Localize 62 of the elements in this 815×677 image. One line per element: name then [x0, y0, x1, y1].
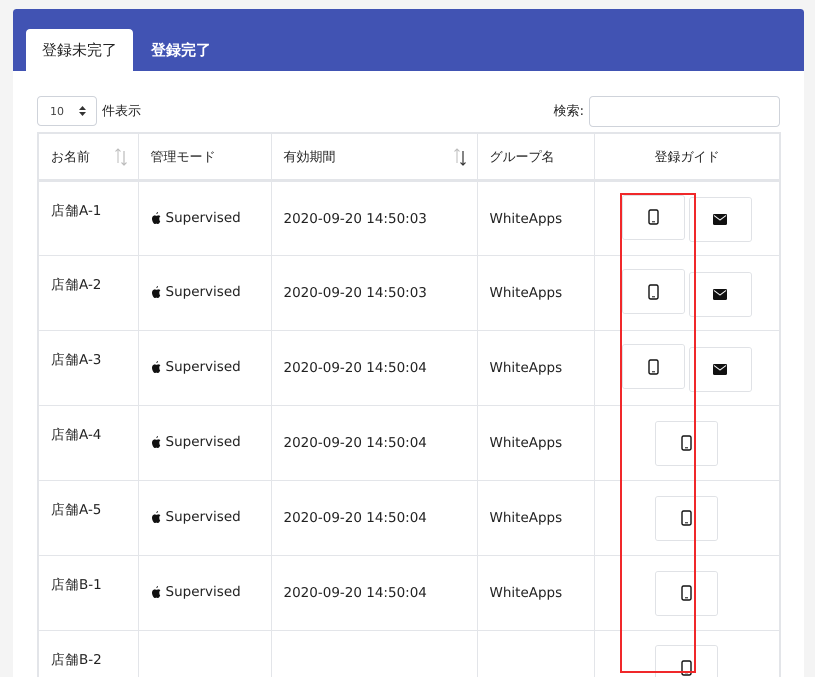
- smartphone-icon: [648, 209, 659, 226]
- device-guide-button[interactable]: [655, 420, 718, 466]
- expiry-cell: 2020-09-20 14:50:04: [271, 556, 477, 630]
- apple-icon: [150, 286, 160, 298]
- mail-guide-button[interactable]: [688, 346, 752, 392]
- mail-icon: [713, 288, 728, 300]
- smartphone-icon: [648, 358, 659, 375]
- expiry-cell: 2020-09-20 14:50:04: [271, 330, 477, 406]
- device-guide-button[interactable]: [622, 344, 685, 390]
- name-cell: 店舗A-4: [38, 406, 138, 480]
- tab[interactable]: 登録完了: [135, 29, 227, 71]
- expiry-cell: 2020-09-20 14:50:04: [271, 406, 477, 480]
- tab[interactable]: 登録未完了: [26, 29, 133, 71]
- mail-guide-button[interactable]: [688, 272, 752, 317]
- mail-guide-button[interactable]: [688, 197, 752, 242]
- search-field[interactable]: [589, 96, 780, 126]
- expiry-cell: 2020-09-20 14:50:04: [271, 480, 477, 556]
- smartphone-icon: [648, 284, 659, 300]
- mail-icon: [713, 214, 728, 226]
- smartphone-icon: [681, 660, 692, 676]
- expiry-cell: 2020-09-20 14:50:03: [271, 180, 477, 256]
- group-cell: WhiteApps: [477, 406, 594, 480]
- column-header: 管理モード: [138, 133, 271, 180]
- mode-text: Supervised: [166, 359, 241, 375]
- group-cell: WhiteApps: [477, 480, 594, 556]
- column-header[interactable]: お名前: [38, 133, 138, 180]
- column-header: グループ名: [477, 133, 594, 180]
- search-label: 検索:: [554, 103, 584, 120]
- apple-icon: [150, 586, 160, 598]
- device-guide-button[interactable]: [622, 194, 685, 240]
- device-guide-button[interactable]: [655, 496, 718, 540]
- mode-text: Supervised: [166, 434, 241, 450]
- mail-icon: [713, 364, 728, 375]
- group-cell: WhiteApps: [477, 556, 594, 630]
- mode-text: Supervised: [166, 210, 241, 226]
- page-size-select[interactable]: 10: [37, 96, 97, 126]
- name-cell: 店舗A-2: [38, 256, 138, 330]
- name-cell: 店舗B-1: [38, 556, 138, 630]
- apple-icon: [150, 436, 160, 448]
- mode-text: Supervised: [166, 584, 241, 600]
- column-header[interactable]: 有効期間: [271, 133, 477, 180]
- name-cell: 店舗A-3: [38, 330, 138, 406]
- mode-text: Supervised: [166, 509, 241, 525]
- sort-arrows-icon[interactable]: [452, 147, 466, 167]
- group-cell: WhiteApps: [477, 180, 594, 256]
- expiry-cell: 2020-09-20 14:50:03: [271, 256, 477, 330]
- name-cell: 店舗A-1: [38, 180, 138, 256]
- device-guide-button[interactable]: [655, 570, 718, 616]
- apple-icon: [150, 212, 160, 224]
- smartphone-icon: [681, 435, 692, 451]
- up-down-caret-icon: [79, 106, 86, 116]
- smartphone-icon: [681, 585, 692, 601]
- group-cell: WhiteApps: [477, 256, 594, 330]
- mode-text: Supervised: [166, 284, 241, 300]
- name-cell: 店舗A-5: [38, 480, 138, 556]
- device-guide-button[interactable]: [655, 645, 718, 677]
- apple-icon: [150, 361, 160, 373]
- group-cell: WhiteApps: [477, 330, 594, 406]
- smartphone-icon: [681, 510, 692, 526]
- device-guide-button[interactable]: [622, 269, 685, 314]
- apple-icon: [150, 511, 160, 523]
- page-size-label: 件表示: [102, 103, 141, 120]
